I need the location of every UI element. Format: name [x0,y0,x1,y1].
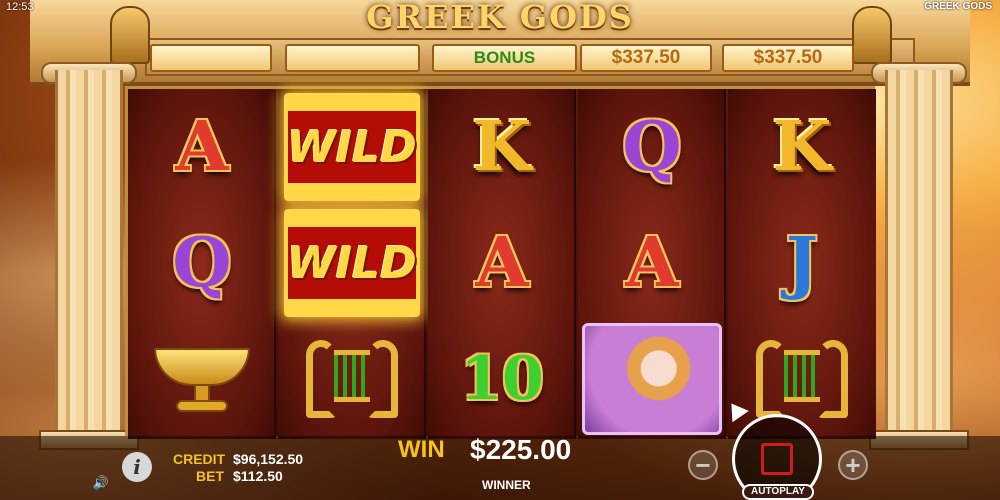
symbol-a: A [475,223,529,303]
win-label: WIN [398,436,445,463]
decrease-bet-button[interactable]: − [688,450,718,480]
bonus-box: BONUS [432,44,577,72]
goddess-symbol [582,323,722,435]
wild-label: WILD [287,237,417,289]
credit-label: CREDIT [173,451,226,467]
top-box-empty-1 [150,44,272,72]
reel-1-row-3 [128,321,276,437]
symbol-q: Q [622,107,682,187]
reel-3-row-1: K [428,89,576,205]
reel-2-row-2: WILD [278,205,426,321]
winner-label: WINNER [482,478,531,492]
reel-1-row-2: Q [128,205,276,321]
game-scene: 12:53 GREEK GODS GREEK GODS BONUS $337.5… [0,0,1000,500]
reel-1-row-1: A [128,89,276,205]
prize-box-1: $337.50 [580,44,712,72]
sound-icon[interactable]: 🔊 [92,474,110,492]
reel-3: K A 10 [428,89,576,439]
prize-box-2: $337.50 [722,44,854,72]
game-name-label: GREEK GODS [924,1,992,12]
reel-2-row-3 [278,321,426,437]
symbol-k: K [772,107,832,187]
golden-cup-symbol [154,344,250,414]
reel-5-row-3 [728,321,876,437]
reel-5-row-2: J [728,205,876,321]
reel-4-row-3 [578,321,726,437]
symbol-a: A [175,107,229,187]
clock: 12:53 [6,1,34,13]
symbol-10: 10 [460,344,544,414]
bet-label: BET [196,468,224,484]
reel-2-row-1: WILD [278,89,426,205]
right-statue [852,6,892,64]
reel-3-row-3: 10 [428,321,576,437]
lyre-symbol [304,336,400,422]
reel-4-row-2: A [578,205,726,321]
reel-5-row-1: K [728,89,876,205]
wild-symbol: WILD [284,209,420,317]
reel-grid: A Q WILD WILD K A 10 Q A K J [125,86,876,439]
left-column [55,70,123,450]
symbol-k: K [472,107,532,187]
wild-symbol: WILD [284,93,420,201]
bet-value: $112.50 [233,468,283,484]
reel-4-row-1: Q [578,89,726,205]
win-amount: $225.00 [470,434,572,465]
info-button[interactable]: i [122,452,152,482]
symbol-q: Q [172,223,232,303]
reel-1: A Q [128,89,276,439]
reel-2: WILD WILD [278,89,426,439]
lyre-symbol [754,336,850,422]
reel-3-row-2: A [428,205,576,321]
game-logo: GREEK GODS [366,0,634,36]
symbol-j: J [785,223,819,303]
left-statue [110,6,150,64]
menu-icon[interactable] [88,446,112,468]
wild-label: WILD [287,121,417,173]
right-column [885,70,953,450]
symbol-a: A [625,223,679,303]
reel-5: K J [728,89,876,439]
top-box-empty-2 [285,44,420,72]
credit-value: $96,152.50 [233,451,304,467]
stop-icon [761,443,793,475]
autoplay-button[interactable]: AUTOPLAY [742,484,814,500]
increase-bet-button[interactable]: + [838,450,868,480]
reel-4: Q A [578,89,726,439]
